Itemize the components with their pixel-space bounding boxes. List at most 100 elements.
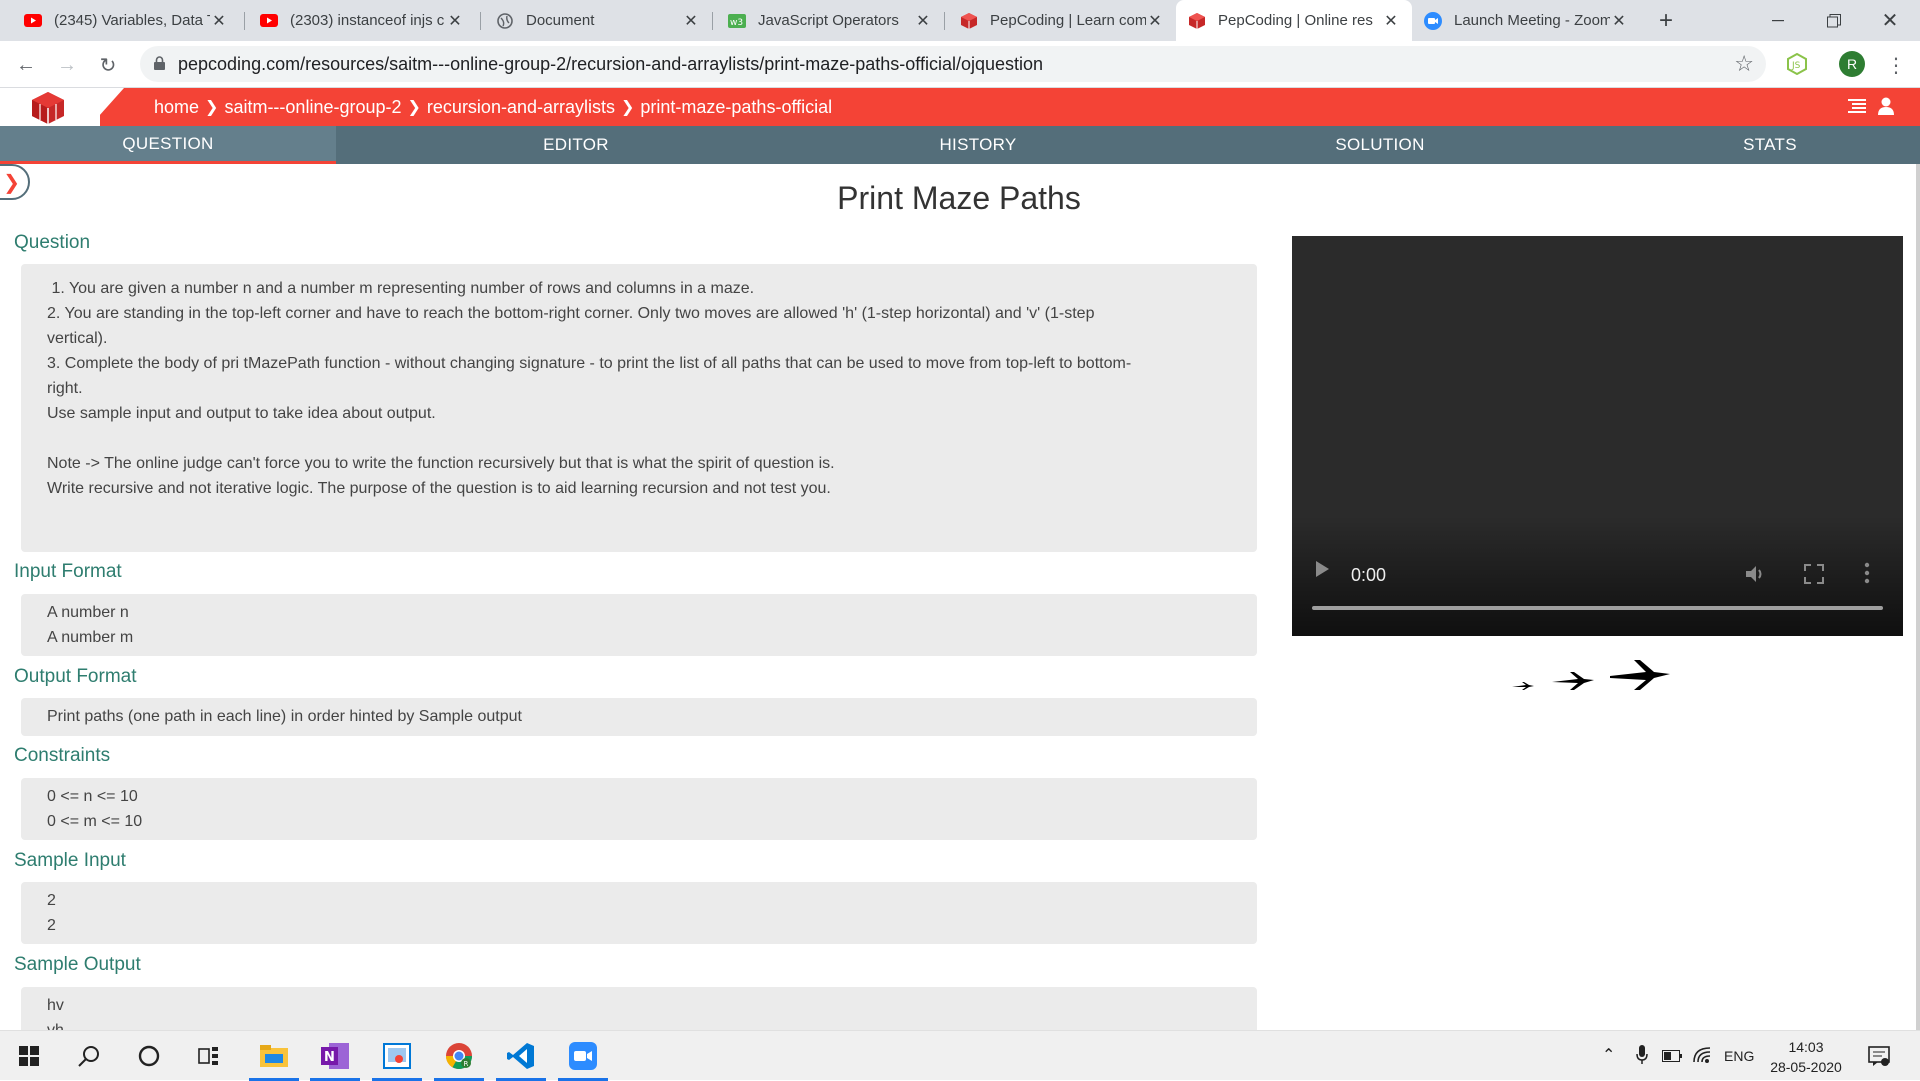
browser-tab[interactable]: w3 JavaScript Operators ✕ xyxy=(716,0,944,41)
windows-taskbar: N R ⌃ ENG 14:03 28-05-2020 xyxy=(0,1030,1920,1081)
pepcoding-logo-icon[interactable] xyxy=(30,91,66,125)
browser-tab[interactable]: Launch Meeting - Zoom ✕ xyxy=(1412,0,1640,41)
close-tab-icon[interactable]: ✕ xyxy=(914,11,932,31)
notifications-icon[interactable] xyxy=(1868,1045,1890,1072)
svg-text:w3: w3 xyxy=(730,18,743,28)
tab-divider xyxy=(480,12,481,30)
breadcrumb-home[interactable]: home xyxy=(154,97,199,118)
close-tab-icon[interactable]: ✕ xyxy=(682,11,700,31)
chevron-right-icon: ❯ xyxy=(407,99,421,116)
tab-editor[interactable]: EDITOR xyxy=(336,126,816,164)
more-options-icon[interactable] xyxy=(1864,562,1870,584)
browser-menu-icon[interactable]: ⋮ xyxy=(1886,53,1906,78)
user-icon[interactable] xyxy=(1878,97,1894,120)
bookmark-star-icon[interactable]: ☆ xyxy=(1734,51,1754,77)
tab-divider xyxy=(244,12,245,30)
browser-tab[interactable]: (2303) instanceof injs c ✕ xyxy=(248,0,476,41)
video-player[interactable]: 0:00 xyxy=(1292,236,1903,636)
sample-output-box: hv vh xyxy=(21,987,1257,1030)
breadcrumb: home ❯ saitm---online-group-2 ❯ recursio… xyxy=(154,88,832,126)
question-text: 1. You are given a number n and a number… xyxy=(47,280,1132,497)
battery-icon[interactable] xyxy=(1662,1049,1682,1067)
breadcrumb-current: print-maze-paths-official xyxy=(640,96,833,117)
vscode-icon[interactable] xyxy=(492,1031,550,1081)
problem-tabs: QUESTION EDITOR HISTORY SOLUTION STATS xyxy=(0,126,1920,164)
extension-icon[interactable]: JS xyxy=(1786,52,1808,76)
input-format-label: Input Format xyxy=(14,561,122,582)
system-clock[interactable]: 14:03 28-05-2020 xyxy=(1766,1037,1846,1077)
browser-tab-title: PepCoding | Online res xyxy=(1218,12,1373,29)
onenote-icon[interactable]: N xyxy=(306,1031,364,1081)
volume-icon[interactable] xyxy=(1744,564,1768,584)
svg-text:R: R xyxy=(464,1060,469,1068)
question-label: Question xyxy=(14,232,91,253)
output-format-text: Print paths (one path in each line) in o… xyxy=(47,708,522,725)
search-icon[interactable] xyxy=(60,1031,118,1081)
page-scrollbar[interactable] xyxy=(1916,164,1920,1030)
input-format-text: A number n A number m xyxy=(47,604,134,646)
input-format-box: A number n A number m xyxy=(21,594,1257,656)
browser-tab-title: (2345) Variables, Data T xyxy=(54,12,210,29)
browser-tab[interactable]: Document ✕ xyxy=(484,0,712,41)
url-text: pepcoding.com/resources/saitm---online-g… xyxy=(178,53,1044,74)
tab-history[interactable]: HISTORY xyxy=(816,126,1140,164)
constraints-text: 0 <= n <= 10 0 <= m <= 10 xyxy=(47,788,143,830)
breadcrumb-course[interactable]: saitm---online-group-2 xyxy=(224,97,401,118)
cortana-icon[interactable] xyxy=(120,1031,178,1081)
tab-solution[interactable]: SOLUTION xyxy=(1140,126,1620,164)
minimize-window-icon[interactable] xyxy=(1754,0,1802,41)
breadcrumb-topic[interactable]: recursion-and-arraylists xyxy=(427,97,615,118)
new-tab-button[interactable]: + xyxy=(1642,0,1690,41)
browser-tab-title: (2303) instanceof injs c xyxy=(290,12,445,29)
youtube-icon xyxy=(24,12,42,30)
browser-tab-active[interactable]: PepCoding | Online res ✕ xyxy=(1176,0,1412,41)
tab-stats[interactable]: STATS xyxy=(1620,126,1920,164)
wifi-icon[interactable] xyxy=(1692,1046,1712,1069)
pepcoding-icon xyxy=(960,12,978,30)
sample-output-text: hv vh xyxy=(47,997,64,1030)
browser-tab[interactable]: (2345) Variables, Data T ✕ xyxy=(12,0,240,41)
fullscreen-icon[interactable] xyxy=(1804,564,1824,584)
language-indicator[interactable]: ENG xyxy=(1724,1048,1754,1064)
play-icon[interactable] xyxy=(1316,561,1329,577)
browser-tab[interactable]: PepCoding | Learn com ✕ xyxy=(948,0,1176,41)
address-bar[interactable]: pepcoding.com/resources/saitm---online-g… xyxy=(140,46,1766,82)
browser-toolbar: ← → ↻ pepcoding.com/resources/saitm---on… xyxy=(0,41,1920,88)
close-tab-icon[interactable]: ✕ xyxy=(1610,11,1628,31)
video-progress-bar[interactable] xyxy=(1312,606,1883,610)
browser-tab-title: Launch Meeting - Zoom xyxy=(1454,12,1610,29)
constraints-box: 0 <= n <= 10 0 <= m <= 10 xyxy=(21,778,1257,840)
youtube-icon xyxy=(260,12,278,30)
close-tab-icon[interactable]: ✕ xyxy=(1146,11,1164,31)
profile-avatar[interactable]: R xyxy=(1839,51,1865,77)
tab-divider xyxy=(944,12,945,30)
reload-icon[interactable]: ↻ xyxy=(92,49,124,81)
close-tab-icon[interactable]: ✕ xyxy=(446,11,464,31)
zoom-app-icon[interactable] xyxy=(554,1031,612,1081)
snipping-tool-icon[interactable] xyxy=(368,1031,426,1081)
file-explorer-icon[interactable] xyxy=(245,1031,303,1081)
tab-question[interactable]: QUESTION xyxy=(0,126,336,164)
clock-time: 14:03 xyxy=(1788,1039,1824,1055)
windows-start-icon[interactable] xyxy=(0,1031,58,1081)
close-tab-icon[interactable]: ✕ xyxy=(210,11,228,31)
back-arrow-icon[interactable]: ← xyxy=(10,49,42,81)
browser-tab-strip: (2345) Variables, Data T ✕ (2303) instan… xyxy=(0,0,1920,41)
restore-window-icon[interactable] xyxy=(1810,0,1858,41)
list-menu-icon[interactable] xyxy=(1848,98,1866,119)
browser-tab-title: PepCoding | Learn com xyxy=(990,12,1146,29)
browser-tab-title: JavaScript Operators xyxy=(758,12,899,29)
question-box: 1. You are given a number n and a number… xyxy=(21,264,1257,552)
close-tab-icon[interactable]: ✕ xyxy=(1382,11,1400,31)
svg-text:JS: JS xyxy=(1791,61,1801,71)
task-view-icon[interactable] xyxy=(180,1031,238,1081)
microphone-icon[interactable] xyxy=(1636,1045,1648,1070)
chrome-icon[interactable]: R xyxy=(430,1031,488,1081)
lock-icon xyxy=(154,56,165,70)
chevron-up-icon[interactable]: ⌃ xyxy=(1602,1045,1615,1065)
forward-arrow-icon[interactable]: → xyxy=(51,49,83,81)
close-window-icon[interactable]: ✕ xyxy=(1866,0,1914,41)
video-time: 0:00 xyxy=(1351,565,1387,585)
fighter-jets-icon xyxy=(1512,660,1670,690)
browser-tab-title: Document xyxy=(526,12,595,29)
